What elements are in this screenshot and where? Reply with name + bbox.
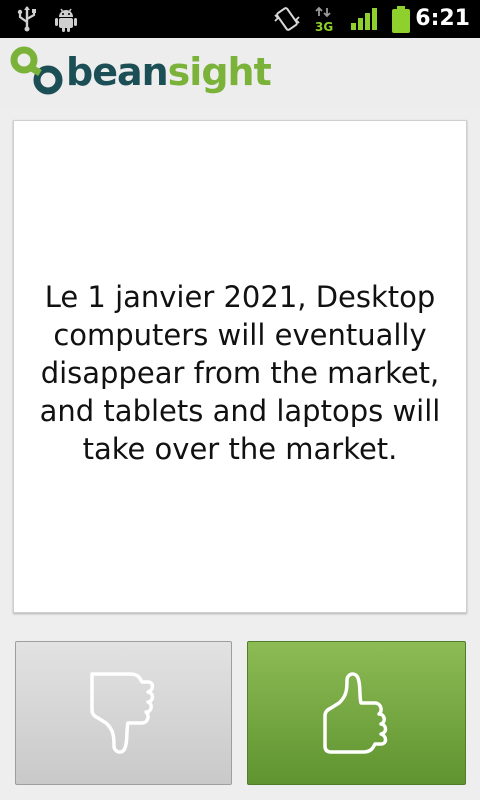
agree-button[interactable] — [247, 641, 466, 785]
battery-icon — [392, 6, 410, 33]
logo-sight: sight — [167, 50, 272, 94]
usb-icon — [17, 6, 36, 32]
clock: 6:21 — [415, 6, 470, 31]
status-bar: 3G 6:21 — [0, 0, 480, 38]
logo-wordmark: beansight — [66, 46, 272, 98]
main-content: Le 1 janvier 2021, Desktop computers wil… — [0, 106, 480, 800]
thumbs-down-icon — [89, 672, 154, 754]
data-3g-icon: 3G — [315, 6, 333, 32]
logo-bean: bean — [66, 50, 169, 94]
android-debug-icon — [55, 8, 77, 32]
signal-icon — [351, 8, 377, 30]
thumbs-up-icon — [322, 672, 387, 754]
network-type-label: 3G — [315, 20, 333, 32]
prediction-card: Le 1 janvier 2021, Desktop computers wil… — [13, 120, 467, 613]
disagree-button[interactable] — [15, 641, 232, 785]
logo-mark-icon — [10, 46, 63, 95]
vibrate-icon — [274, 7, 300, 31]
beansight-logo[interactable]: beansight — [10, 46, 272, 98]
app-header: beansight — [0, 38, 480, 106]
prediction-text: Le 1 janvier 2021, Desktop computers wil… — [39, 279, 441, 466]
